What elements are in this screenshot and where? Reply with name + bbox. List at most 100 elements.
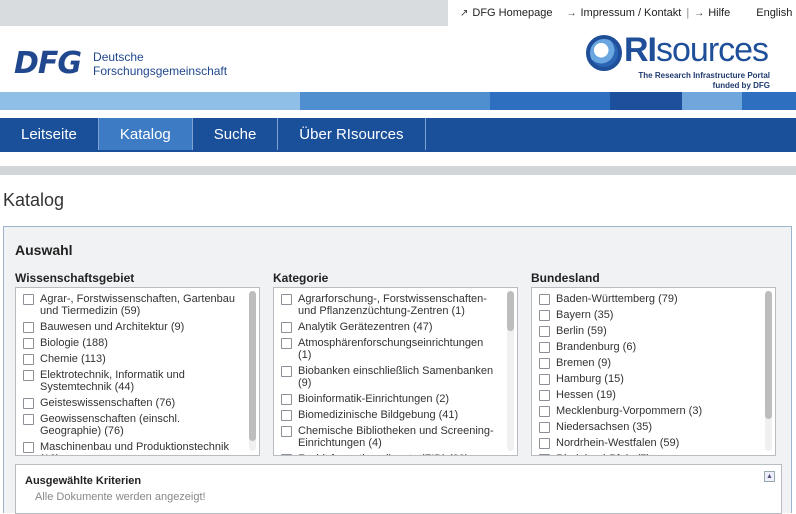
checkbox[interactable] [281, 394, 292, 405]
filter-option[interactable]: Bremen (9) [539, 355, 757, 371]
checkbox[interactable] [281, 322, 292, 333]
filter-listbox[interactable]: Baden-Württemberg (79) Bayern (35) Berlin … [531, 287, 776, 456]
selection-panel: Auswahl Wissenschaftsgebiet Agrar-, Fors… [3, 226, 792, 513]
filter-option[interactable]: Agrar-, Forstwissenschaften, Gartenbau u… [23, 291, 241, 319]
tab-katalog[interactable]: Katalog [99, 118, 193, 150]
nav-filler [426, 118, 796, 150]
globe-icon [586, 35, 622, 71]
checkbox[interactable] [539, 454, 550, 456]
filter-option[interactable]: Geowissenschaften (einschl. Geographie) … [23, 411, 241, 439]
scrollbar[interactable] [765, 291, 772, 451]
checkbox[interactable] [23, 338, 34, 349]
filter-option-label: Bayern (35) [556, 309, 613, 321]
checkbox[interactable] [539, 342, 550, 353]
filter-option-label: Atmosphärenforschungseinrichtungen (1) [298, 337, 499, 361]
filter-option-label: Geowissenschaften (einschl. Geographie) … [40, 413, 241, 437]
hilfe-label: Hilfe [708, 7, 730, 19]
filter-option-label: Biologie (188) [40, 337, 108, 349]
filter-option-label: Biomedizinische Bildgebung (41) [298, 409, 458, 421]
filter-option[interactable]: Nordrhein-Westfalen (59) [539, 435, 757, 451]
scrollbar[interactable] [249, 291, 256, 451]
checkbox[interactable] [539, 358, 550, 369]
checkbox[interactable] [539, 422, 550, 433]
checkbox[interactable] [539, 374, 550, 385]
language-switch[interactable]: English [756, 7, 792, 19]
scroll-thumb[interactable] [507, 291, 514, 331]
filter-option[interactable]: Chemie (113) [23, 351, 241, 367]
filter-option[interactable]: Elektrotechnik, Informatik und Systemtec… [23, 367, 241, 395]
filter-option-label: Agrar-, Forstwissenschaften, Gartenbau u… [40, 293, 241, 317]
filter-option[interactable]: Biomedizinische Bildgebung (41) [281, 407, 499, 423]
risources-wordmark: RIsources [624, 31, 768, 70]
filter-option[interactable]: Baden-Württemberg (79) [539, 291, 757, 307]
checkbox[interactable] [23, 414, 34, 425]
checkbox[interactable] [23, 398, 34, 409]
impressum-label: Impressum / Kontakt [580, 7, 681, 19]
right-arrow-icon: → [566, 8, 576, 19]
checkbox[interactable] [281, 426, 292, 437]
tab-suche[interactable]: Suche [193, 118, 279, 150]
checkbox[interactable] [281, 454, 292, 456]
tab-ueber-risources[interactable]: Über RIsources [278, 118, 425, 150]
checkbox[interactable] [539, 326, 550, 337]
main-nav: Leitseite Katalog Suche Über RIsources [0, 118, 796, 150]
filter-option[interactable]: Bioinformatik-Einrichtungen (2) [281, 391, 499, 407]
filter-listbox[interactable]: Agrarforschung-, Forstwissenschaften- un… [273, 287, 518, 456]
collapse-icon[interactable]: ▲ [764, 471, 775, 482]
scroll-thumb[interactable] [765, 291, 772, 419]
filter-list: Agrar-, Forstwissenschaften, Gartenbau u… [23, 291, 241, 456]
filter-option[interactable]: Geisteswissenschaften (76) [23, 395, 241, 411]
checkbox[interactable] [539, 406, 550, 417]
filter-option[interactable]: Analytik Gerätezentren (47) [281, 319, 499, 335]
checkbox[interactable] [281, 294, 292, 305]
filter-option-label: Maschinenbau und Produktionstechnik (18) [40, 441, 241, 456]
filter-option[interactable]: Niedersachsen (35) [539, 419, 757, 435]
filter-option[interactable]: Hessen (19) [539, 387, 757, 403]
scrollbar[interactable] [507, 291, 514, 451]
filter-option[interactable]: Berlin (59) [539, 323, 757, 339]
scroll-thumb[interactable] [249, 291, 256, 441]
tab-leitseite[interactable]: Leitseite [0, 118, 99, 150]
filter-option[interactable]: Fachinformationsdienste (FID) (22) [281, 451, 499, 456]
top-utility-bar: ↗ DFG Homepage → Impressum / Kontakt | →… [0, 0, 796, 26]
checkbox[interactable] [539, 438, 550, 449]
filter-option-label: Agrarforschung-, Forstwissenschaften- un… [298, 293, 499, 317]
filter-option[interactable]: Brandenburg (6) [539, 339, 757, 355]
filter-option-label: Hamburg (15) [556, 373, 624, 385]
risources-logo[interactable]: RIsources The Research Infrastructure Po… [582, 33, 772, 89]
filter-list: Baden-Württemberg (79) Bayern (35) Berlin … [539, 291, 757, 456]
filter-option[interactable]: Maschinenbau und Produktionstechnik (18) [23, 439, 241, 456]
page-title: Katalog [3, 190, 64, 211]
impressum-link[interactable]: → Impressum / Kontakt [566, 7, 681, 19]
checkbox[interactable] [23, 322, 34, 333]
checkbox[interactable] [539, 294, 550, 305]
filter-option[interactable]: Agrarforschung-, Forstwissenschaften- un… [281, 291, 499, 319]
filter-option[interactable]: Hamburg (15) [539, 371, 757, 387]
nav-underline [0, 150, 796, 152]
filter-option[interactable]: Rheinland-Pfalz (7) [539, 451, 757, 456]
hilfe-link[interactable]: → Hilfe [694, 7, 730, 19]
filter-option[interactable]: Mecklenburg-Vorpommern (3) [539, 403, 757, 419]
checkbox[interactable] [23, 370, 34, 381]
filter-option-label: Hessen (19) [556, 389, 616, 401]
checkbox[interactable] [281, 410, 292, 421]
filter-option[interactable]: Atmosphärenforschungseinrichtungen (1) [281, 335, 499, 363]
filter-option[interactable]: Biobanken einschließlich Samenbanken (9) [281, 363, 499, 391]
filter-option[interactable]: Biologie (188) [23, 335, 241, 351]
filter-option[interactable]: Bauwesen und Architektur (9) [23, 319, 241, 335]
checkbox[interactable] [539, 310, 550, 321]
dfg-homepage-link[interactable]: ↗ DFG Homepage [460, 7, 552, 19]
filter-option[interactable]: Bayern (35) [539, 307, 757, 323]
checkbox[interactable] [23, 442, 34, 453]
dfg-logo[interactable]: DFG Deutsche Forschungsgemeinschaft [14, 46, 227, 81]
filter-option[interactable]: Chemische Bibliotheken und Screening-Ein… [281, 423, 499, 451]
ris-funded-text: funded by DFG [638, 81, 770, 91]
filter-option-label: Elektrotechnik, Informatik und Systemtec… [40, 369, 241, 393]
checkbox[interactable] [539, 390, 550, 401]
checkbox[interactable] [281, 366, 292, 377]
checkbox[interactable] [23, 354, 34, 365]
checkbox[interactable] [23, 294, 34, 305]
filter-option-label: Analytik Gerätezentren (47) [298, 321, 433, 333]
filter-listbox[interactable]: Agrar-, Forstwissenschaften, Gartenbau u… [15, 287, 260, 456]
checkbox[interactable] [281, 338, 292, 349]
